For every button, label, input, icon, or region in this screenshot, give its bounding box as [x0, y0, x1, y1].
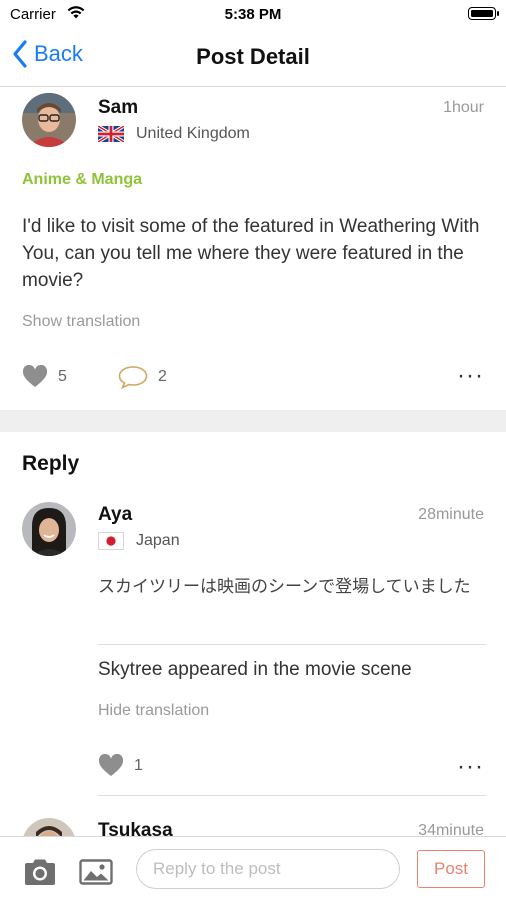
post-timestamp: 1hour — [443, 99, 484, 116]
section-separator — [0, 410, 506, 432]
japan-flag-icon — [98, 532, 124, 550]
page-title: Post Detail — [196, 44, 310, 69]
clock: 5:38 PM — [224, 6, 282, 23]
post-more-button[interactable]: ··· — [457, 364, 484, 388]
comment-icon — [118, 366, 148, 389]
post-author-country: United Kingdom — [98, 125, 250, 143]
avatar[interactable] — [22, 93, 76, 147]
image-button[interactable] — [78, 857, 114, 892]
image-icon — [79, 859, 113, 885]
post-author-name[interactable]: Sam — [98, 97, 138, 119]
reply-like-button[interactable]: 1 — [98, 754, 143, 778]
post-body: I'd like to visit some of the featured i… — [22, 216, 480, 291]
post-button[interactable]: Post — [417, 850, 485, 888]
translation-divider — [98, 644, 486, 645]
reply-like-count: 1 — [134, 757, 143, 774]
battery-icon — [468, 7, 499, 20]
reply-author-name[interactable]: Tsukasa — [98, 820, 173, 836]
country-label: United Kingdom — [136, 125, 250, 142]
reply-more-button[interactable]: ··· — [457, 755, 484, 779]
show-translation-link[interactable]: Show translation — [22, 313, 140, 331]
reply-composer: Post — [0, 836, 506, 901]
reply-item: Tsukasa 34minute — [0, 818, 506, 836]
heart-icon — [22, 365, 48, 387]
comment-count: 2 — [158, 368, 167, 385]
reply-translated-text: Skytree appeared in the movie scene — [98, 659, 412, 680]
reply-original-text: スカイツリーは映画のシーンで登場していました — [98, 577, 471, 596]
reply-divider — [98, 795, 486, 796]
reply-timestamp: 28minute — [418, 506, 484, 523]
reply-section-heading: Reply — [22, 452, 80, 475]
camera-icon — [25, 859, 55, 885]
comment-button[interactable]: 2 — [118, 365, 167, 389]
reply-author-country: Japan — [98, 532, 180, 550]
navigation-bar: Back Post Detail — [0, 30, 506, 87]
status-bar: Carrier 5:38 PM — [0, 0, 506, 30]
country-label: Japan — [136, 532, 180, 549]
camera-button[interactable] — [22, 857, 58, 892]
like-count: 5 — [58, 368, 67, 385]
reply-timestamp: 34minute — [418, 822, 484, 836]
reply-input[interactable] — [136, 849, 400, 889]
heart-icon — [98, 754, 124, 776]
reply-author-name[interactable]: Aya — [98, 504, 132, 526]
like-button[interactable]: 5 — [22, 365, 67, 389]
hide-translation-link[interactable]: Hide translation — [98, 702, 209, 720]
category-tag[interactable]: Anime & Manga — [22, 171, 142, 189]
avatar[interactable] — [22, 502, 76, 556]
uk-flag-icon — [98, 126, 124, 142]
avatar[interactable] — [22, 818, 76, 836]
